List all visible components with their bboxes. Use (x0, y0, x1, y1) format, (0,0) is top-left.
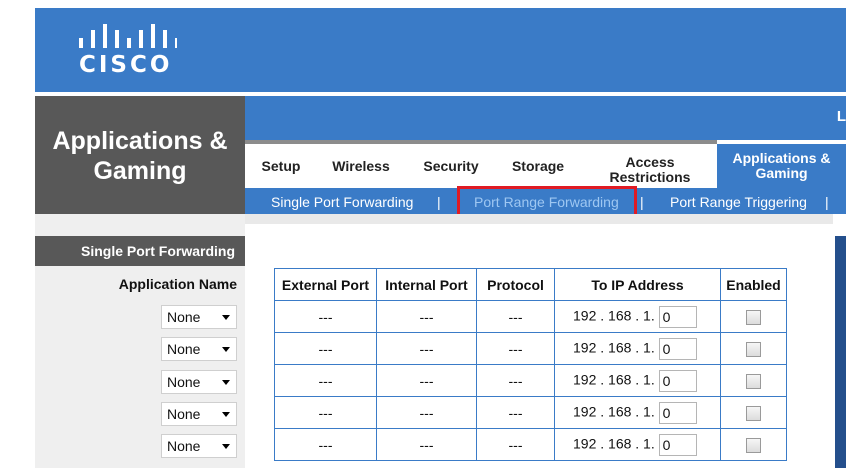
subnav-separator: | (437, 194, 441, 210)
subtab-single-port-forwarding[interactable]: Single Port Forwarding (271, 194, 413, 210)
enabled-cell (720, 428, 787, 461)
protocol-cell: --- (476, 300, 555, 333)
enabled-cell (720, 300, 787, 333)
tab-wireless[interactable]: Wireless (325, 144, 397, 188)
subnav-separator: | (640, 194, 644, 210)
tab-access-restrictions[interactable]: Access Restrictions (597, 144, 703, 188)
caret-down-icon (222, 380, 230, 385)
subnav-separator: | (825, 194, 829, 210)
application-select[interactable]: None (161, 305, 237, 329)
col-external-port: External Port (274, 268, 377, 301)
enabled-cell (720, 396, 787, 429)
subtab-port-range-triggering[interactable]: Port Range Triggering (670, 194, 807, 210)
ip-address-cell: 192 . 168 . 1. 0 (554, 428, 721, 461)
top-banner: CISCO (35, 8, 846, 92)
ip-prefix: 192 . 168 . 1. (573, 435, 655, 452)
col-enabled: Enabled (720, 268, 787, 301)
ip-last-octet-input[interactable]: 0 (658, 337, 697, 360)
ip-address-cell: 192 . 168 . 1. 0 (554, 396, 721, 429)
select-value: None (167, 309, 201, 325)
ip-last-octet-input[interactable]: 0 (658, 305, 697, 328)
application-select[interactable]: None (161, 370, 237, 394)
external-port-cell: --- (274, 428, 377, 461)
col-protocol: Protocol (476, 268, 555, 301)
section-title: Applications & Gaming (35, 126, 245, 186)
external-port-cell: --- (274, 300, 377, 333)
table-row: --- --- --- 192 . 168 . 1. 0 (274, 428, 787, 461)
table-header-row: External Port Internal Port Protocol To … (274, 268, 787, 301)
protocol-cell: --- (476, 428, 555, 461)
col-internal-port: Internal Port (376, 268, 477, 301)
enabled-checkbox[interactable] (746, 341, 761, 357)
enabled-cell (720, 332, 787, 365)
left-section-header: Single Port Forwarding (35, 236, 245, 266)
main-nav: Setup Wireless Security Storage Access R… (245, 144, 846, 188)
section-title-line2: Gaming (93, 157, 187, 185)
enabled-checkbox[interactable] (746, 309, 761, 325)
cisco-wordmark: CISCO (79, 52, 173, 78)
ip-prefix: 192 . 168 . 1. (573, 339, 655, 356)
cisco-logo: CISCO (77, 18, 177, 82)
caret-down-icon (222, 315, 230, 320)
ip-last-octet-input[interactable]: 0 (658, 401, 697, 424)
table-row: --- --- --- 192 . 168 . 1. 0 (274, 332, 787, 365)
ip-address-cell: 192 . 168 . 1. 0 (554, 300, 721, 333)
ip-last-octet-input[interactable]: 0 (658, 433, 697, 456)
caret-down-icon (222, 347, 230, 352)
internal-port-cell: --- (376, 396, 477, 429)
select-value: None (167, 374, 201, 390)
ip-last-octet-input[interactable]: 0 (658, 369, 697, 392)
enabled-checkbox[interactable] (746, 405, 761, 421)
ip-address-cell: 192 . 168 . 1. 0 (554, 332, 721, 365)
table-row: --- --- --- 192 . 168 . 1. 0 (274, 300, 787, 333)
external-port-cell: --- (274, 364, 377, 397)
tab-setup[interactable]: Setup (257, 144, 305, 188)
left-column: Single Port Forwarding Application Name … (35, 214, 245, 468)
application-select[interactable]: None (161, 434, 237, 458)
select-value: None (167, 438, 201, 454)
application-select[interactable]: None (161, 402, 237, 426)
application-select[interactable]: None (161, 337, 237, 361)
section-title-box: Applications & Gaming (35, 96, 245, 214)
col-to-ip-address: To IP Address (554, 268, 721, 301)
tab-storage[interactable]: Storage (507, 144, 569, 188)
application-name-label: Application Name (118, 276, 237, 292)
table-row: --- --- --- 192 . 168 . 1. 0 (274, 364, 787, 397)
select-value: None (167, 406, 201, 422)
caret-down-icon (222, 412, 230, 417)
internal-port-cell: --- (376, 428, 477, 461)
select-value: None (167, 341, 201, 357)
right-scroll-bar (835, 236, 846, 468)
protocol-cell: --- (476, 332, 555, 365)
ip-address-cell: 192 . 168 . 1. 0 (554, 364, 721, 397)
enabled-checkbox[interactable] (746, 437, 761, 453)
ip-prefix: 192 . 168 . 1. (573, 371, 655, 388)
content-top-divider (245, 214, 833, 224)
tab-security[interactable]: Security (417, 144, 485, 188)
top-band: L (245, 96, 846, 140)
internal-port-cell: --- (376, 300, 477, 333)
port-forwarding-table: External Port Internal Port Protocol To … (274, 268, 787, 461)
protocol-cell: --- (476, 396, 555, 429)
internal-port-cell: --- (376, 364, 477, 397)
caret-down-icon (222, 444, 230, 449)
external-port-cell: --- (274, 332, 377, 365)
enabled-checkbox[interactable] (746, 373, 761, 389)
router-admin-page: CISCO Applications & Gaming L Setup Wire… (0, 0, 846, 468)
external-port-cell: --- (274, 396, 377, 429)
internal-port-cell: --- (376, 332, 477, 365)
section-title-line1: Applications & (52, 127, 228, 155)
ip-prefix: 192 . 168 . 1. (573, 403, 655, 420)
ip-prefix: 192 . 168 . 1. (573, 307, 655, 324)
topband-text: L (836, 108, 846, 125)
table-row: --- --- --- 192 . 168 . 1. 0 (274, 396, 787, 429)
enabled-cell (720, 364, 787, 397)
cisco-bars-icon (79, 24, 177, 48)
tab-applications-gaming[interactable]: Applications & Gaming (717, 144, 846, 188)
protocol-cell: --- (476, 364, 555, 397)
